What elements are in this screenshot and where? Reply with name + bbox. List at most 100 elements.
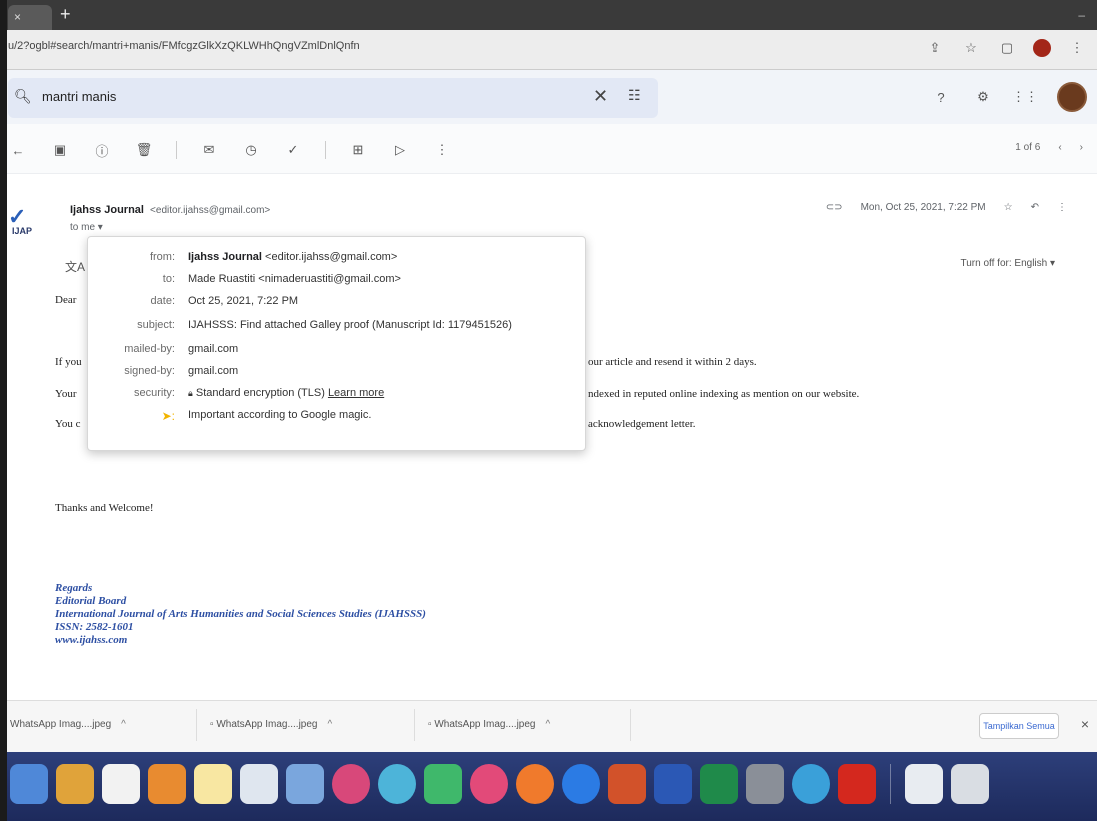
vlc-app-icon[interactable] bbox=[148, 764, 186, 804]
browser-profile-avatar[interactable] bbox=[1033, 39, 1051, 57]
bookmark-star-icon[interactable]: ☆ bbox=[961, 38, 981, 58]
more-options-icon[interactable]: ⋮ bbox=[432, 140, 452, 160]
reminders-app-icon[interactable] bbox=[240, 764, 278, 804]
search-bar[interactable]: 🔍︎ mantri manis ✕ ☷ bbox=[8, 78, 658, 118]
books-app-icon[interactable] bbox=[516, 764, 554, 804]
search-input[interactable]: mantri manis bbox=[42, 89, 116, 104]
next-icon[interactable]: › bbox=[1080, 142, 1083, 153]
back-arrow-icon[interactable]: ← bbox=[8, 140, 28, 160]
reply-icon[interactable]: ↶ bbox=[1031, 202, 1039, 213]
apps-grid-icon[interactable]: ⋮⋮ bbox=[1012, 87, 1038, 107]
url-field[interactable]: u/2?ogbl#search/mantri+manis/FMfcgzGlkXz… bbox=[8, 40, 568, 60]
body-line-2-end: ndexed in reputed online indexing as men… bbox=[588, 388, 860, 400]
star-icon[interactable]: ☆ bbox=[1004, 202, 1013, 213]
window-minimize-icon[interactable]: – bbox=[1078, 8, 1085, 22]
music-app-icon[interactable] bbox=[470, 764, 508, 804]
signature-line: Regards bbox=[55, 582, 93, 594]
signature-line: Editorial Board bbox=[55, 595, 127, 607]
details-date-row: date: Oct 25, 2021, 7:22 PM bbox=[88, 295, 587, 315]
calendar-app-icon[interactable] bbox=[102, 764, 140, 804]
chrome-app-icon[interactable] bbox=[792, 764, 830, 804]
body-line-3-end: acknowledgement letter. bbox=[588, 418, 696, 430]
downloads-stack-icon[interactable] bbox=[905, 764, 943, 804]
download-item[interactable]: ▫ WhatsApp Imag....jpeg ^ bbox=[428, 719, 550, 730]
message-menu-icon[interactable]: ⋮ bbox=[1057, 202, 1067, 213]
chevron-up-icon[interactable]: ^ bbox=[121, 719, 126, 730]
excel-app-icon[interactable] bbox=[700, 764, 738, 804]
recipient-details-toggle[interactable]: to me ▾ bbox=[70, 222, 103, 233]
from-address: <editor.ijahss@gmail.com> bbox=[265, 251, 398, 263]
help-icon[interactable]: ? bbox=[931, 87, 951, 107]
turn-off-translation-link[interactable]: Turn off for: English ▾ bbox=[960, 258, 1055, 269]
finder-app-icon[interactable] bbox=[10, 764, 48, 804]
previous-icon[interactable]: ‹ bbox=[1058, 142, 1061, 153]
acrobat-app-icon[interactable] bbox=[838, 764, 876, 804]
word-app-icon[interactable] bbox=[654, 764, 692, 804]
download-divider bbox=[414, 709, 415, 741]
lock-icon: 🔒︎ bbox=[188, 388, 193, 398]
bezel bbox=[0, 0, 7, 821]
toolbar-divider bbox=[176, 141, 177, 159]
system-preferences-app-icon[interactable] bbox=[746, 764, 784, 804]
mailedby-label: mailed-by: bbox=[124, 343, 175, 355]
browser-tabstrip: × + – bbox=[0, 0, 1097, 30]
pagination: 1 of 6 ‹ › bbox=[1015, 142, 1083, 153]
date-label: date: bbox=[150, 295, 175, 307]
photos-app-icon[interactable] bbox=[332, 764, 370, 804]
archive-icon[interactable]: ▣ bbox=[50, 140, 70, 160]
sender-avatar: ✓ IJAP bbox=[8, 204, 38, 238]
messages-app-icon[interactable] bbox=[378, 764, 416, 804]
label-icon[interactable]: ▷ bbox=[390, 140, 410, 160]
pager-count: 1 of 6 bbox=[1015, 142, 1041, 153]
gmail-header: 🔍︎ mantri manis ✕ ☷ ? ⚙ ⋮⋮ bbox=[0, 70, 1097, 124]
macos-dock bbox=[0, 752, 1097, 821]
search-icon[interactable]: 🔍︎ bbox=[14, 88, 32, 105]
date-value: Oct 25, 2021, 7:22 PM bbox=[188, 295, 299, 307]
browser-menu-icon[interactable]: ⋮ bbox=[1067, 38, 1087, 58]
trash-icon[interactable] bbox=[951, 764, 989, 804]
sender-line: Ijahss Journal <editor.ijahss@gmail.com> bbox=[70, 204, 270, 216]
download-filename: WhatsApp Imag....jpeg bbox=[216, 719, 318, 730]
download-divider bbox=[196, 709, 197, 741]
close-downloads-icon[interactable]: × bbox=[1081, 716, 1089, 732]
notes-app-icon[interactable] bbox=[194, 764, 232, 804]
preview-app-icon[interactable] bbox=[286, 764, 324, 804]
tab-close-icon[interactable]: × bbox=[14, 10, 21, 24]
chevron-up-icon[interactable]: ^ bbox=[546, 719, 551, 730]
settings-gear-icon[interactable]: ⚙ bbox=[973, 87, 993, 107]
chevron-up-icon[interactable]: ^ bbox=[328, 719, 333, 730]
move-to-icon[interactable]: ⊞ bbox=[348, 140, 368, 160]
body-line-1-start: If you bbox=[55, 356, 82, 368]
powerpoint-app-icon[interactable] bbox=[608, 764, 646, 804]
add-task-icon[interactable]: ✓ bbox=[283, 140, 303, 160]
signedby-value: gmail.com bbox=[188, 365, 239, 377]
importance-marker-icon: ➤: bbox=[161, 409, 175, 423]
extension-icon[interactable]: ▢ bbox=[997, 38, 1017, 58]
clear-search-icon[interactable]: ✕ bbox=[593, 86, 608, 107]
learn-more-link[interactable]: Learn more bbox=[328, 387, 384, 399]
signature-block: Regards Editorial Board International Jo… bbox=[55, 582, 426, 647]
mark-unread-icon[interactable]: ✉ bbox=[199, 140, 219, 160]
search-options-icon[interactable]: ☷ bbox=[628, 87, 641, 104]
report-spam-icon[interactable]: ⓘ bbox=[92, 140, 112, 160]
delete-icon[interactable]: 🗑︎ bbox=[134, 140, 154, 160]
message-toolbar: ← ▣ ⓘ 🗑︎ ✉ ◷ ✓ ⊞ ▷ ⋮ 1 of 6 ‹ › bbox=[0, 124, 1097, 174]
translate-icon[interactable]: 文A bbox=[65, 258, 85, 275]
show-all-downloads-button[interactable]: Tampilkan Semua bbox=[979, 713, 1059, 739]
app-store-icon[interactable] bbox=[562, 764, 600, 804]
sender-name[interactable]: Ijahss Journal bbox=[70, 204, 144, 216]
browser-tab[interactable]: × bbox=[8, 5, 52, 30]
website-link[interactable]: www.ijahss.com bbox=[55, 634, 426, 647]
mailedby-value: gmail.com bbox=[188, 343, 239, 355]
download-item[interactable]: WhatsApp Imag....jpeg ^ bbox=[10, 719, 126, 730]
screen: × + – u/2?ogbl#search/mantri+manis/FMfcg… bbox=[0, 0, 1097, 821]
details-mailedby-row: mailed-by: gmail.com bbox=[88, 343, 587, 363]
download-item[interactable]: ▫ WhatsApp Imag....jpeg ^ bbox=[210, 719, 332, 730]
facetime-app-icon[interactable] bbox=[424, 764, 462, 804]
share-icon[interactable]: ⇪ bbox=[925, 38, 945, 58]
notes-folder-app-icon[interactable] bbox=[56, 764, 94, 804]
download-filename: WhatsApp Imag....jpeg bbox=[434, 719, 536, 730]
new-tab-button[interactable]: + bbox=[60, 5, 78, 24]
account-avatar[interactable] bbox=[1057, 82, 1087, 112]
snooze-icon[interactable]: ◷ bbox=[241, 140, 261, 160]
